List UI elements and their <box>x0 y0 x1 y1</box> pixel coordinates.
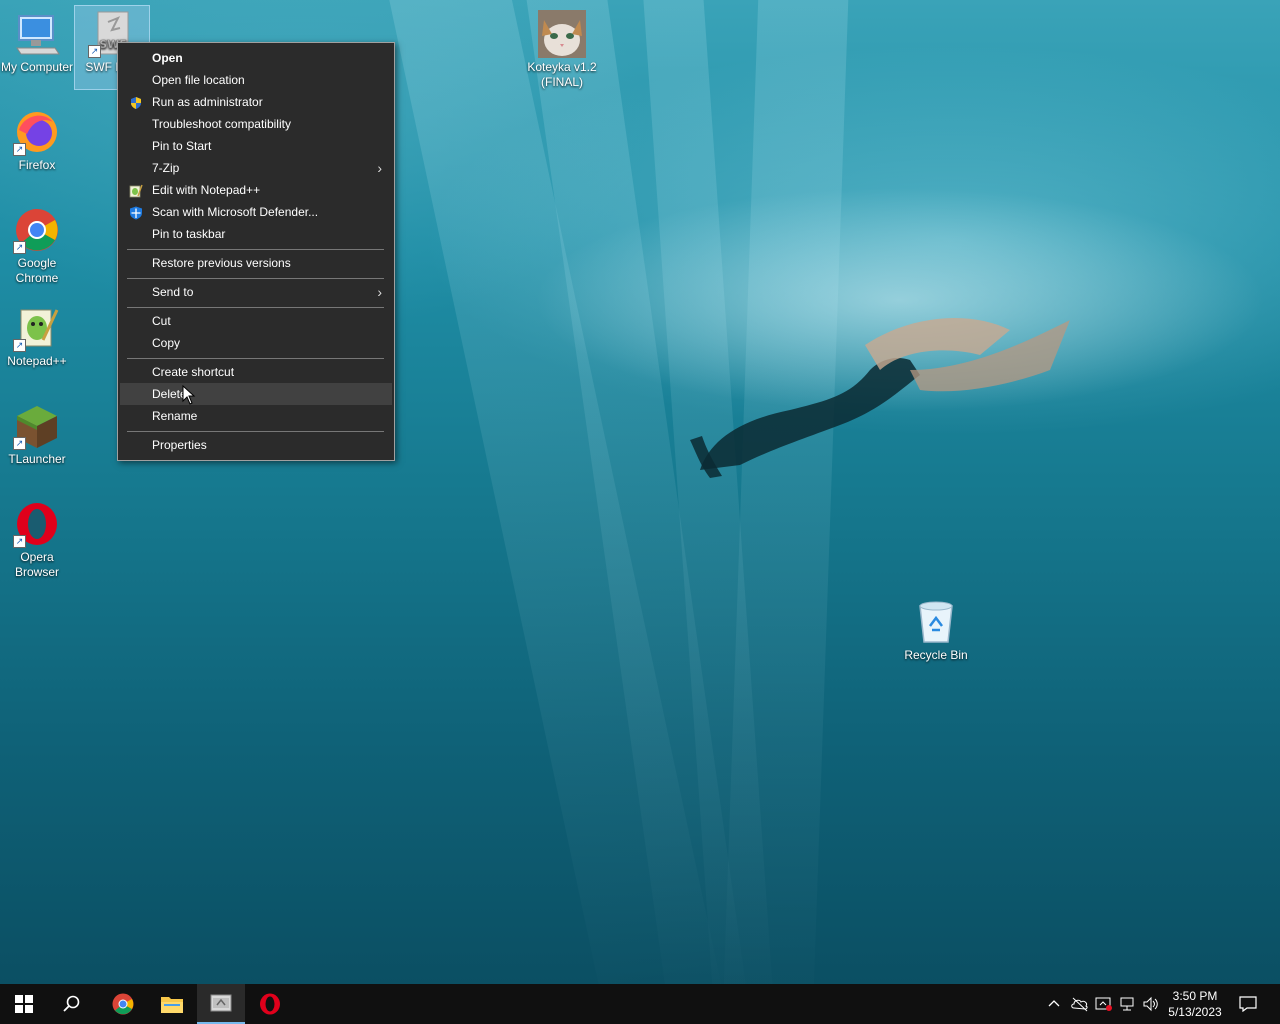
menu-item-label: Create shortcut <box>152 365 235 379</box>
computer-icon <box>13 10 61 58</box>
search-icon <box>63 995 80 1012</box>
menu-item-label: Scan with Microsoft Defender... <box>152 205 319 219</box>
shortcut-arrow-icon: ↗ <box>13 241 26 254</box>
menu-item-label: 7-Zip <box>152 161 180 175</box>
menu-item-label: Rename <box>152 409 198 423</box>
menu-item-cut[interactable]: Cut <box>120 310 392 332</box>
menu-item-label: Troubleshoot compatibility <box>152 117 291 131</box>
menu-item-open-file-location[interactable]: Open file location <box>120 69 392 91</box>
menu-item-label: Run as administrator <box>152 95 263 109</box>
context-menu: Open Open file location Run as administr… <box>117 42 395 461</box>
desktop-icon-opera[interactable]: ↗ Opera Browser <box>0 496 74 580</box>
menu-item-edit-with-notepadpp[interactable]: Edit with Notepad++ <box>120 179 392 201</box>
shortcut-arrow-icon: ↗ <box>13 339 26 352</box>
menu-item-label: Open file location <box>152 73 245 87</box>
opera-icon <box>260 993 280 1015</box>
desktop-icon-label: TLauncher <box>8 452 66 466</box>
menu-item-pin-to-start[interactable]: Pin to Start <box>120 135 392 157</box>
menu-item-label: Edit with Notepad++ <box>152 183 261 197</box>
menu-item-troubleshoot-compatibility[interactable]: Troubleshoot compatibility <box>120 113 392 135</box>
taskbar-opera[interactable] <box>246 984 294 1024</box>
taskbar-clock[interactable]: 3:50 PM 5/13/2023 <box>1160 988 1230 1020</box>
menu-item-7zip[interactable]: 7-Zip › <box>120 157 392 179</box>
chrome-icon: ↗ <box>13 206 61 254</box>
search-button[interactable] <box>48 984 96 1024</box>
desktop-icon-koteyka[interactable]: Koteyka v1.2 (FINAL) <box>525 6 599 90</box>
desktop-icon-my-computer[interactable]: My Computer <box>0 6 74 75</box>
desktop[interactable]: My Computer SWF ↗ SWF Play ↗ Firefox ↗ G… <box>0 0 1280 984</box>
menu-separator <box>127 307 384 308</box>
clock-time: 3:50 PM <box>1172 989 1218 1003</box>
desktop-icon-notepadpp[interactable]: ↗ Notepad++ <box>0 300 74 369</box>
desktop-icon-label: Firefox <box>18 158 56 172</box>
menu-item-label: Open <box>152 51 183 65</box>
volume-icon[interactable] <box>1142 996 1158 1012</box>
shortcut-arrow-icon: ↗ <box>88 45 101 58</box>
menu-item-scan-with-defender[interactable]: Scan with Microsoft Defender... <box>120 201 392 223</box>
menu-item-run-as-administrator[interactable]: Run as administrator <box>120 91 392 113</box>
desktop-icon-label: Opera Browser <box>14 550 59 579</box>
menu-item-label: Pin to taskbar <box>152 227 226 241</box>
network-icon[interactable] <box>1119 996 1135 1012</box>
folder-icon <box>161 997 183 1013</box>
shortcut-arrow-icon: ↗ <box>13 143 26 156</box>
desktop-icon-label: Google Chrome <box>15 256 59 285</box>
desktop-icon-label: My Computer <box>0 60 74 74</box>
taskbar-file-explorer[interactable] <box>148 984 196 1024</box>
taskbar-swf-player[interactable] <box>197 984 245 1024</box>
uac-shield-icon <box>129 95 143 109</box>
opera-icon: ↗ <box>13 500 61 548</box>
desktop-icon-label: Koteyka v1.2 (FINAL) <box>527 60 597 89</box>
minecraft-block-icon: ↗ <box>13 402 61 450</box>
menu-item-label: Send to <box>152 285 194 299</box>
desktop-icon-label: Notepad++ <box>7 354 67 368</box>
chevron-right-icon: › <box>377 284 382 300</box>
notepadpp-icon: ↗ <box>13 304 61 352</box>
recycle-bin-icon <box>912 598 960 646</box>
firefox-icon: ↗ <box>13 108 61 156</box>
defender-shield-icon <box>129 205 143 220</box>
chrome-icon <box>112 993 134 1015</box>
menu-item-open[interactable]: Open <box>120 47 392 69</box>
cat-photo-icon <box>538 10 586 58</box>
shortcut-arrow-icon: ↗ <box>13 437 26 450</box>
menu-item-copy[interactable]: Copy <box>120 332 392 354</box>
menu-item-rename[interactable]: Rename <box>120 405 392 427</box>
menu-separator <box>127 431 384 432</box>
show-hidden-icons-chevron-up-icon[interactable] <box>1046 996 1062 1012</box>
desktop-icon-recycle-bin[interactable]: Recycle Bin <box>899 594 973 663</box>
shortcut-arrow-icon: ↗ <box>13 535 26 548</box>
menu-item-label: Pin to Start <box>152 139 212 153</box>
menu-item-create-shortcut[interactable]: Create shortcut <box>120 361 392 383</box>
taskbar-chrome[interactable] <box>99 984 147 1024</box>
action-center-notification-icon[interactable] <box>1239 996 1257 1013</box>
onedrive-offline-icon[interactable] <box>1071 996 1088 1012</box>
menu-separator <box>127 278 384 279</box>
menu-item-send-to[interactable]: Send to › <box>120 281 392 303</box>
menu-item-properties[interactable]: Properties <box>120 434 392 456</box>
start-button[interactable] <box>0 984 48 1024</box>
menu-item-restore-previous-versions[interactable]: Restore previous versions <box>120 252 392 274</box>
menu-separator <box>127 358 384 359</box>
menu-item-label: Copy <box>152 336 181 350</box>
menu-item-label: Restore previous versions <box>152 256 291 270</box>
menu-item-delete[interactable]: Delete <box>120 383 392 405</box>
menu-item-pin-to-taskbar[interactable]: Pin to taskbar <box>120 223 392 245</box>
desktop-icon-tlauncher[interactable]: ↗ TLauncher <box>0 398 74 467</box>
menu-item-label: Properties <box>152 438 207 452</box>
chevron-right-icon: › <box>377 160 382 176</box>
security-alert-icon[interactable] <box>1095 996 1112 1012</box>
notepadpp-icon <box>129 183 143 198</box>
windows-logo-icon <box>15 995 33 1013</box>
taskbar: 3:50 PM 5/13/2023 <box>0 984 1280 1024</box>
desktop-icon-firefox[interactable]: ↗ Firefox <box>0 104 74 173</box>
menu-item-label: Cut <box>152 314 171 328</box>
swf-player-icon <box>210 994 232 1012</box>
mouse-cursor-icon <box>182 385 196 405</box>
menu-separator <box>127 249 384 250</box>
freediver-image <box>690 318 1070 478</box>
clock-date: 5/13/2023 <box>1168 1005 1222 1019</box>
desktop-icon-label: Recycle Bin <box>904 648 968 662</box>
desktop-icon-google-chrome[interactable]: ↗ Google Chrome <box>0 202 74 286</box>
